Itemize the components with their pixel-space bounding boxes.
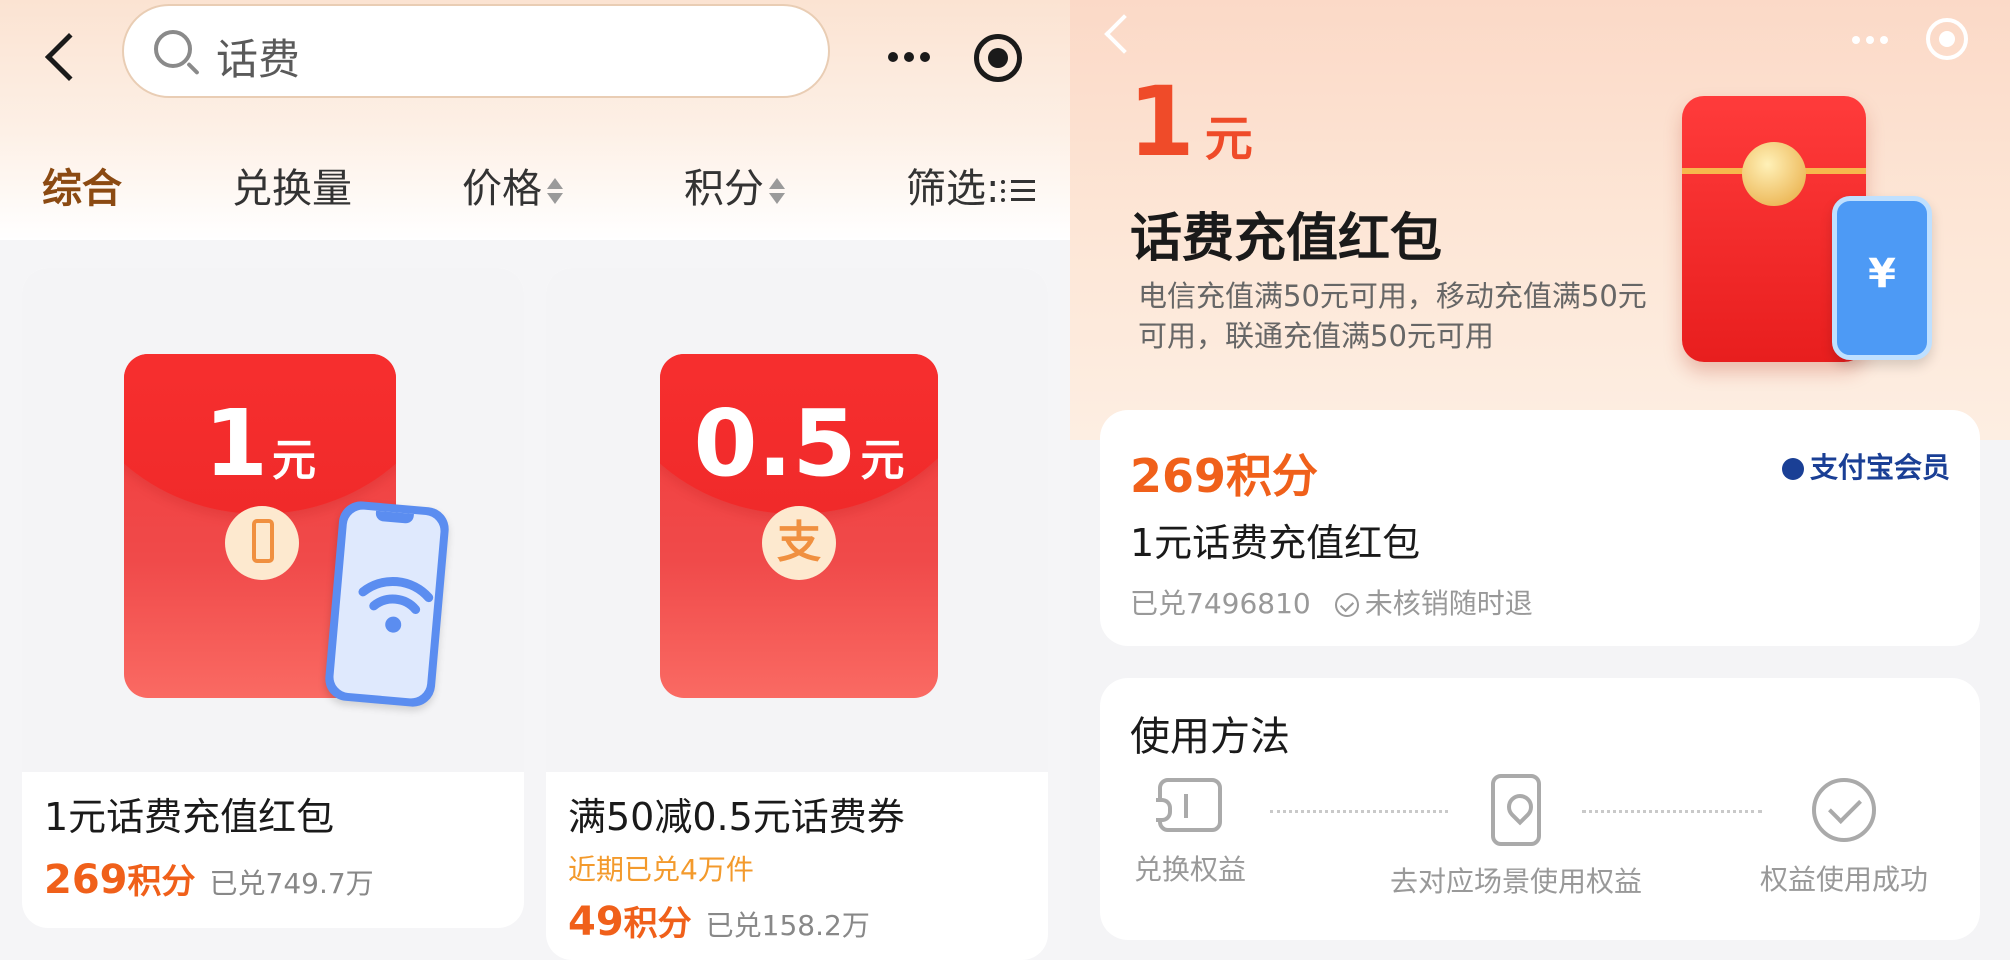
product-stats: 已兑7496810 未核销随时退: [1130, 582, 1533, 622]
redeemed-count: 已兑7496810: [1130, 587, 1311, 620]
sort-bar: 综合 兑换量 价格 积分 筛选:: [0, 150, 1070, 230]
product-points: 269积分: [1130, 449, 1319, 503]
packet-amount: 0.5元: [693, 390, 905, 497]
product-title: 满50减0.5元话费券: [568, 795, 905, 839]
search-query: 话费: [216, 35, 301, 84]
filter-list-icon: [1001, 176, 1036, 206]
product-card[interactable]: 1元 1元话费充值红包 269积分 已兑749.7万: [22, 268, 524, 928]
recent-redeem-note: 近期已兑4万件: [568, 853, 754, 886]
product-price: 49积分 已兑158.2万: [568, 899, 870, 945]
step-label: 权益使用成功: [1759, 863, 1928, 896]
packet-amount: 1元: [203, 390, 316, 497]
ticket-icon: [1156, 778, 1222, 832]
filter-button[interactable]: 筛选:: [906, 156, 1036, 214]
yen-phone-icon: ¥: [1832, 196, 1932, 360]
back-icon[interactable]: [1104, 14, 1144, 54]
wifi-phone-icon: [323, 499, 451, 709]
check-circle-icon: [1812, 778, 1876, 842]
usage-step: 兑换权益: [1070, 778, 1330, 888]
filter-label: 筛选: [906, 166, 986, 212]
redeemed-count: 已兑749.7万: [209, 867, 374, 900]
product-image: 0.5元 支: [546, 268, 1048, 772]
alipay-coin-icon: 支: [762, 506, 836, 580]
check-circle-icon: [1334, 593, 1359, 617]
product-detail-panel: 1元 话费充值红包 电信充值满50元可用，移动充值满50元可用，联通充值满50元…: [1070, 0, 2010, 960]
hero-title: 话费充值红包: [1130, 209, 1443, 269]
sort-tab-points[interactable]: 积分: [684, 156, 786, 214]
sort-tab-price-label: 价格: [462, 166, 542, 212]
product-card[interactable]: 0.5元 支 满50减0.5元话费券 近期已兑4万件 49积分 已兑158.2万: [546, 268, 1048, 960]
more-options-icon[interactable]: [1852, 36, 1888, 44]
sort-tab-redeem-count[interactable]: 兑换量: [232, 156, 352, 214]
product-info-card: 269积分 支付宝会员 1元话费充值红包 已兑7496810 未核销随时退: [1100, 410, 1980, 646]
phone-location-icon: [1491, 774, 1541, 846]
search-input[interactable]: 话费: [122, 4, 830, 98]
product-image: 1元: [22, 268, 524, 772]
more-options-icon[interactable]: [888, 52, 930, 62]
step-label: 兑换权益: [1133, 853, 1246, 886]
hero-description: 电信充值满50元可用，移动充值满50元可用，联通充值满50元可用: [1138, 279, 1647, 353]
product-price: 269积分 已兑749.7万: [44, 857, 374, 903]
usage-step: 权益使用成功: [1704, 778, 1984, 898]
refund-note: 未核销随时退: [1364, 587, 1533, 620]
search-results-panel: 话费 综合 兑换量 价格 积分 筛选: 1元 1元话费充值红包 269积分 已兑…: [0, 0, 1070, 960]
usage-instructions-card: 使用方法 兑换权益 去对应场景使用权益 权益使用成功: [1100, 678, 1980, 940]
hero-banner: 1元 话费充值红包 电信充值满50元可用，移动充值满50元可用，联通充值满50元…: [1070, 0, 2010, 440]
red-packet-image: 0.5元 支: [660, 354, 938, 698]
usage-step: 去对应场景使用权益: [1376, 774, 1656, 900]
product-title: 1元话费充值红包: [44, 795, 335, 839]
alipay-member-badge: 支付宝会员: [1781, 446, 1950, 486]
search-icon: [154, 30, 192, 68]
sort-tab-price[interactable]: 价格: [462, 156, 564, 214]
phone-coin-icon: [225, 506, 299, 580]
sort-tab-default[interactable]: 综合: [42, 156, 122, 214]
usage-heading: 使用方法: [1130, 714, 1290, 760]
product-name: 1元话费充值红包: [1130, 521, 1421, 565]
mini-program-close-icon[interactable]: [1926, 18, 1968, 60]
hero-amount: 1元: [1128, 66, 1253, 178]
alipay-member-icon: [1781, 458, 1804, 480]
sort-arrows-icon: [768, 176, 786, 206]
step-label: 去对应场景使用权益: [1389, 865, 1642, 898]
mini-program-close-icon[interactable]: [974, 34, 1022, 82]
sort-tab-points-label: 积分: [684, 166, 764, 212]
sort-arrows-icon: [546, 176, 564, 206]
redeemed-count: 已兑158.2万: [705, 909, 870, 942]
